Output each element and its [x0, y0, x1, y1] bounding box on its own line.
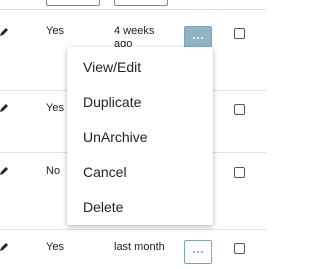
more-actions-button[interactable]	[184, 240, 212, 264]
top-cropped-field-left	[46, 0, 100, 6]
row-checkbox[interactable]	[234, 28, 245, 39]
ellipsis-icon	[193, 37, 203, 39]
row-value-status: No	[46, 165, 61, 177]
row-checkbox[interactable]	[234, 104, 245, 115]
menu-item-duplicate[interactable]: Duplicate	[83, 93, 141, 111]
ellipsis-icon	[193, 251, 203, 253]
pencil-icon[interactable]	[0, 104, 8, 112]
row-actions-menu: View/Edit Duplicate UnArchive Cancel Del…	[67, 47, 213, 225]
menu-item-unarchive[interactable]: UnArchive	[83, 128, 148, 146]
row-value-status: Yes	[46, 241, 64, 253]
pencil-icon[interactable]	[0, 167, 8, 175]
row-checkbox[interactable]	[234, 243, 245, 254]
menu-item-delete[interactable]: Delete	[83, 198, 123, 216]
pencil-icon[interactable]	[0, 28, 8, 36]
pencil-icon[interactable]	[0, 243, 8, 251]
row-value-status: Yes	[46, 102, 64, 114]
top-cropped-field-right	[114, 0, 168, 6]
row-value-updated: last month	[114, 241, 165, 253]
menu-item-view-edit[interactable]: View/Edit	[83, 58, 141, 76]
row-checkbox[interactable]	[234, 167, 245, 178]
table-row: Yes last month	[0, 230, 266, 269]
row-value-status: Yes	[46, 25, 64, 37]
menu-item-cancel[interactable]: Cancel	[83, 163, 127, 181]
